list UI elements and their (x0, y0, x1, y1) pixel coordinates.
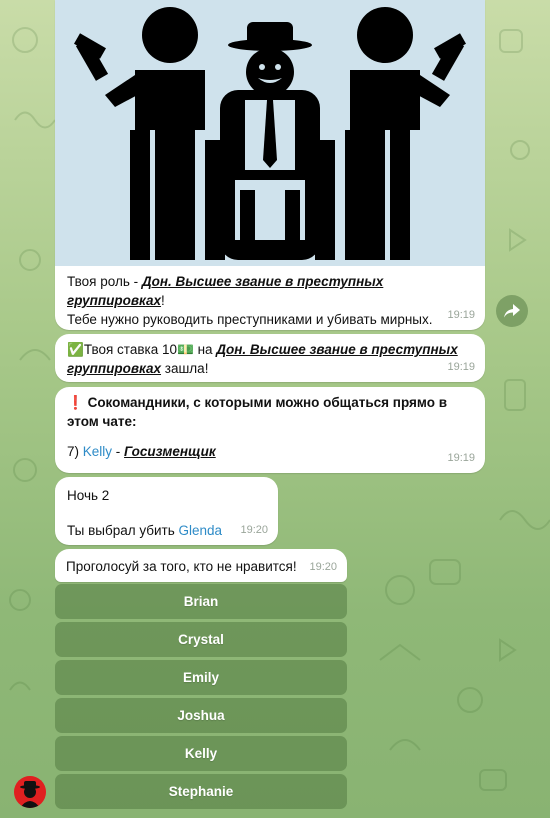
night-title: Ночь 2 (67, 488, 110, 503)
money-icon: 💵 (177, 342, 194, 357)
message-time: 19:20 (309, 561, 337, 573)
vote-button-joshua[interactable]: Joshua (55, 698, 347, 733)
teammates-text: Сокомандники, с которыми можно общаться … (67, 395, 447, 429)
role-prefix: Твоя роль - (67, 274, 142, 289)
teammate-number: 7) (67, 444, 83, 459)
kill-target-link[interactable]: Glenda (179, 523, 223, 538)
share-arrow-icon[interactable] (496, 295, 528, 327)
teammates-message: ❗ Сокомандники, с которыми можно общатьс… (55, 387, 485, 473)
vote-message: Проголосуй за того, кто не нравится! 19:… (55, 549, 347, 582)
message-time: 19:19 (447, 452, 475, 464)
bet-result: зашла! (161, 361, 209, 376)
mafia-avatar[interactable] (14, 776, 46, 808)
teammate-role-link[interactable]: Госизменщик (124, 444, 216, 459)
message-time: 19:20 (240, 524, 268, 536)
teammate-name-link[interactable]: Kelly (83, 444, 112, 459)
kill-text: Ты выбрал убить (67, 523, 179, 538)
bet-text: Твоя ставка 10 (83, 342, 177, 357)
bet-text-on: на (193, 342, 217, 357)
check-icon: ✅ (67, 342, 84, 357)
vote-button-kelly[interactable]: Kelly (55, 736, 347, 771)
night-message: Ночь 2 Ты выбрал убить Glenda 19:20 (55, 477, 278, 545)
mafia-boss-image[interactable] (55, 0, 485, 266)
teammate-dash: - (112, 444, 125, 459)
exclamation-icon: ❗ (67, 395, 84, 410)
message-time: 19:19 (447, 361, 475, 373)
bet-message: ✅Твоя ставка 10💵 на Дон. Высшее звание в… (55, 334, 485, 382)
role-description: Тебе нужно руководить преступниками и уб… (67, 312, 433, 327)
vote-button-emily[interactable]: Emily (55, 660, 347, 695)
role-message: Твоя роль - Дон. Высшее звание в преступ… (55, 0, 485, 330)
mafia-illustration (74, 7, 466, 260)
vote-text: Проголосуй за того, кто не нравится! (66, 559, 297, 574)
vote-button-brian[interactable]: Brian (55, 584, 347, 619)
role-suffix: ! (161, 293, 165, 308)
vote-button-stephanie[interactable]: Stephanie (55, 774, 347, 809)
vote-button-crystal[interactable]: Crystal (55, 622, 347, 657)
message-time: 19:19 (447, 309, 475, 321)
